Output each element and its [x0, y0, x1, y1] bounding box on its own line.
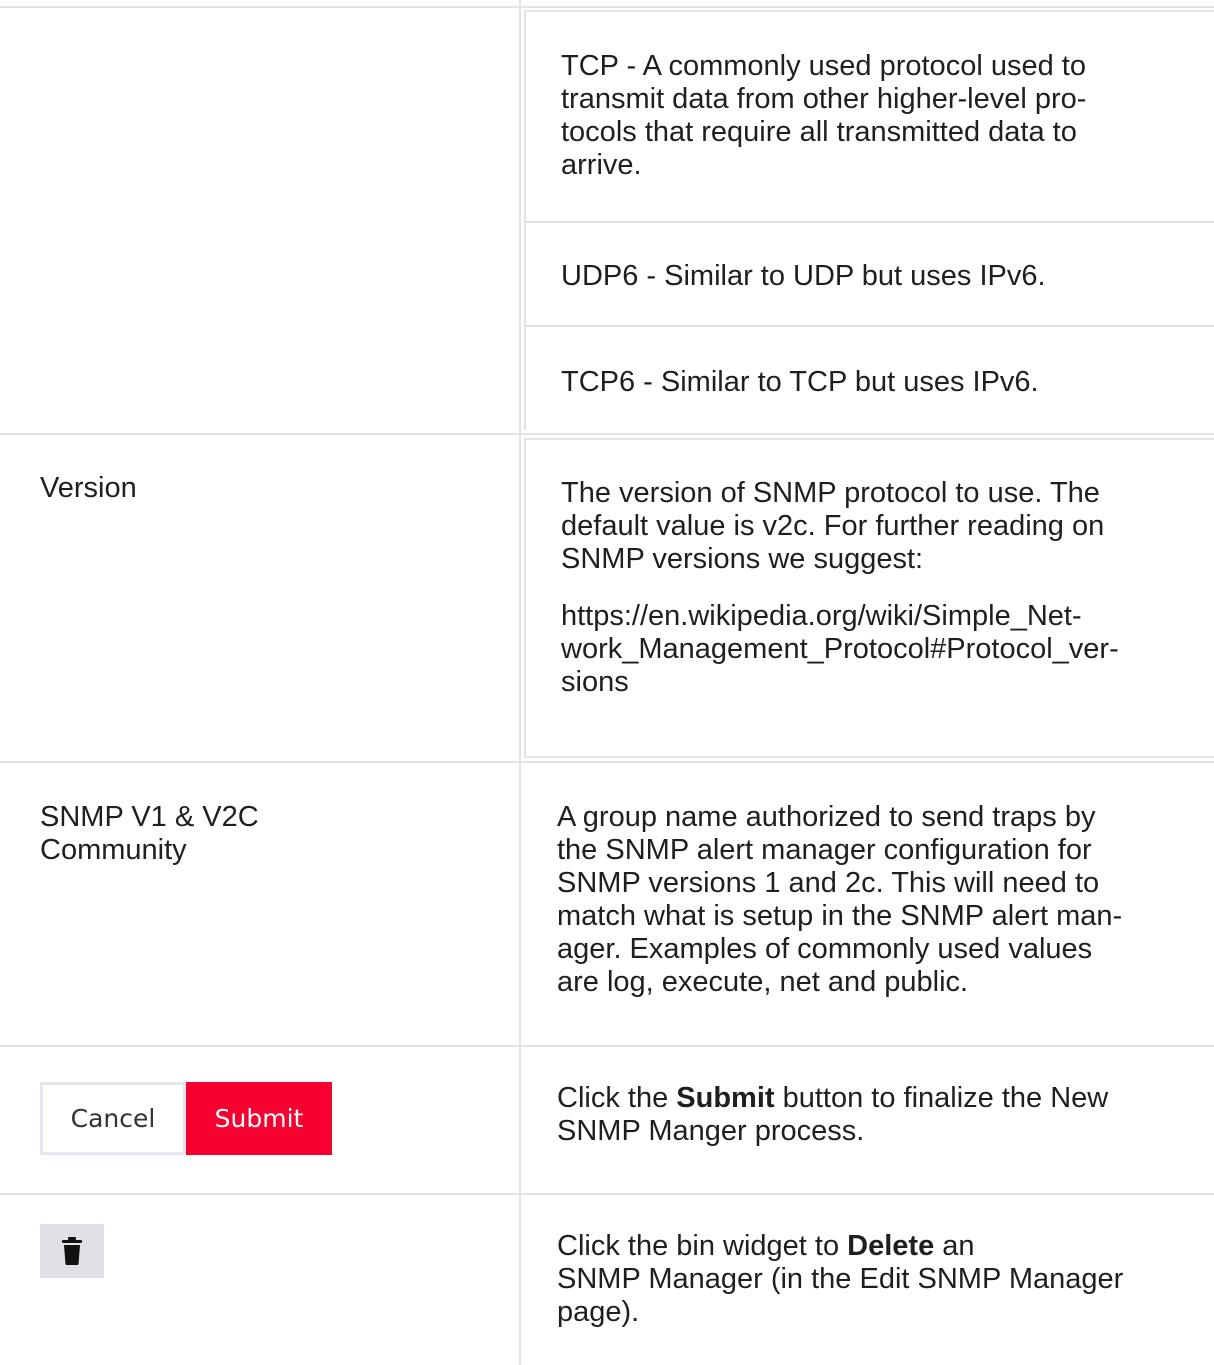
community-desc-line-4: match what is setup in the SNMP alert ma…: [557, 900, 1123, 932]
submit-button[interactable]: Submit: [186, 1082, 332, 1155]
version-link-line-1: https://en.wikipedia.org/wiki/Simple_Net…: [561, 600, 1082, 632]
udp6-description: UDP6 - Similar to UDP but uses IPv6.: [561, 260, 1046, 292]
community-desc-line-6: are log, execute, net and public.: [557, 966, 969, 998]
trash-icon: [62, 1237, 82, 1265]
delete-desc-prefix: Click the bin widget to: [557, 1230, 848, 1262]
delete-desc-line-2: SNMP Manager (in the Edit SNMP Manager: [557, 1263, 1124, 1295]
community-desc-line-3: SNMP versions 1 and 2c. This will need t…: [557, 867, 1100, 899]
cancel-button[interactable]: Cancel: [40, 1082, 186, 1155]
community-desc-line-1: A group name authorized to send traps by: [557, 801, 1096, 833]
community-desc-line-5: ager. Examples of commonly used values: [557, 933, 1093, 965]
submit-desc-suffix: button to finalize the New: [774, 1082, 1109, 1114]
tcp-line-4: arrive.: [561, 149, 642, 181]
community-desc-line-2: the SNMP alert manager configuration for: [557, 834, 1092, 866]
tcp-description: TCP - A commonly used protocol used to t…: [561, 50, 1181, 182]
submit-desc-line-2: SNMP Manger process.: [557, 1115, 865, 1147]
tcp-line-1: TCP - A commonly used protocol used to: [561, 50, 1086, 82]
submit-desc-prefix: Click the: [557, 1082, 677, 1114]
delete-description: Click the bin widget to Delete an SNMP M…: [557, 1230, 1177, 1329]
tcp6-description: TCP6 - Similar to TCP but uses IPv6.: [561, 366, 1039, 398]
submit-desc-bold: Submit: [676, 1082, 775, 1114]
community-label-line-2: Community: [40, 834, 187, 866]
nested-divider: [526, 221, 1214, 223]
version-desc-line-1: The version of SNMP protocol to use. The: [561, 477, 1100, 509]
button-group: Cancel Submit: [40, 1082, 332, 1155]
submit-description: Click the Submit button to finalize the …: [557, 1082, 1177, 1148]
community-description: A group name authorized to send traps by…: [557, 801, 1177, 999]
version-link-line-2: work_Management_Protocol#Protocol_ver-: [561, 633, 1119, 665]
version-desc-line-3: SNMP versions we suggest:: [561, 543, 924, 575]
version-description: The version of SNMP protocol to use. The…: [561, 477, 1181, 699]
version-desc-line-2: default value is v2c. For further readin…: [561, 510, 1105, 542]
delete-desc-bold: Delete: [847, 1230, 935, 1262]
tcp-line-3: tocols that require all transmitted data…: [561, 116, 1077, 148]
community-label: SNMP V1 & V2C Community: [40, 801, 500, 867]
delete-desc-suffix: an: [934, 1230, 975, 1262]
community-label-line-1: SNMP V1 & V2C: [40, 801, 259, 833]
version-label: Version: [40, 472, 137, 504]
tcp-line-2: transmit data from other higher-level pr…: [561, 83, 1087, 115]
version-link-line-3: sions: [561, 666, 629, 698]
nested-divider: [526, 325, 1214, 327]
bin-widget[interactable]: [40, 1224, 104, 1278]
delete-desc-line-3: page).: [557, 1296, 640, 1328]
